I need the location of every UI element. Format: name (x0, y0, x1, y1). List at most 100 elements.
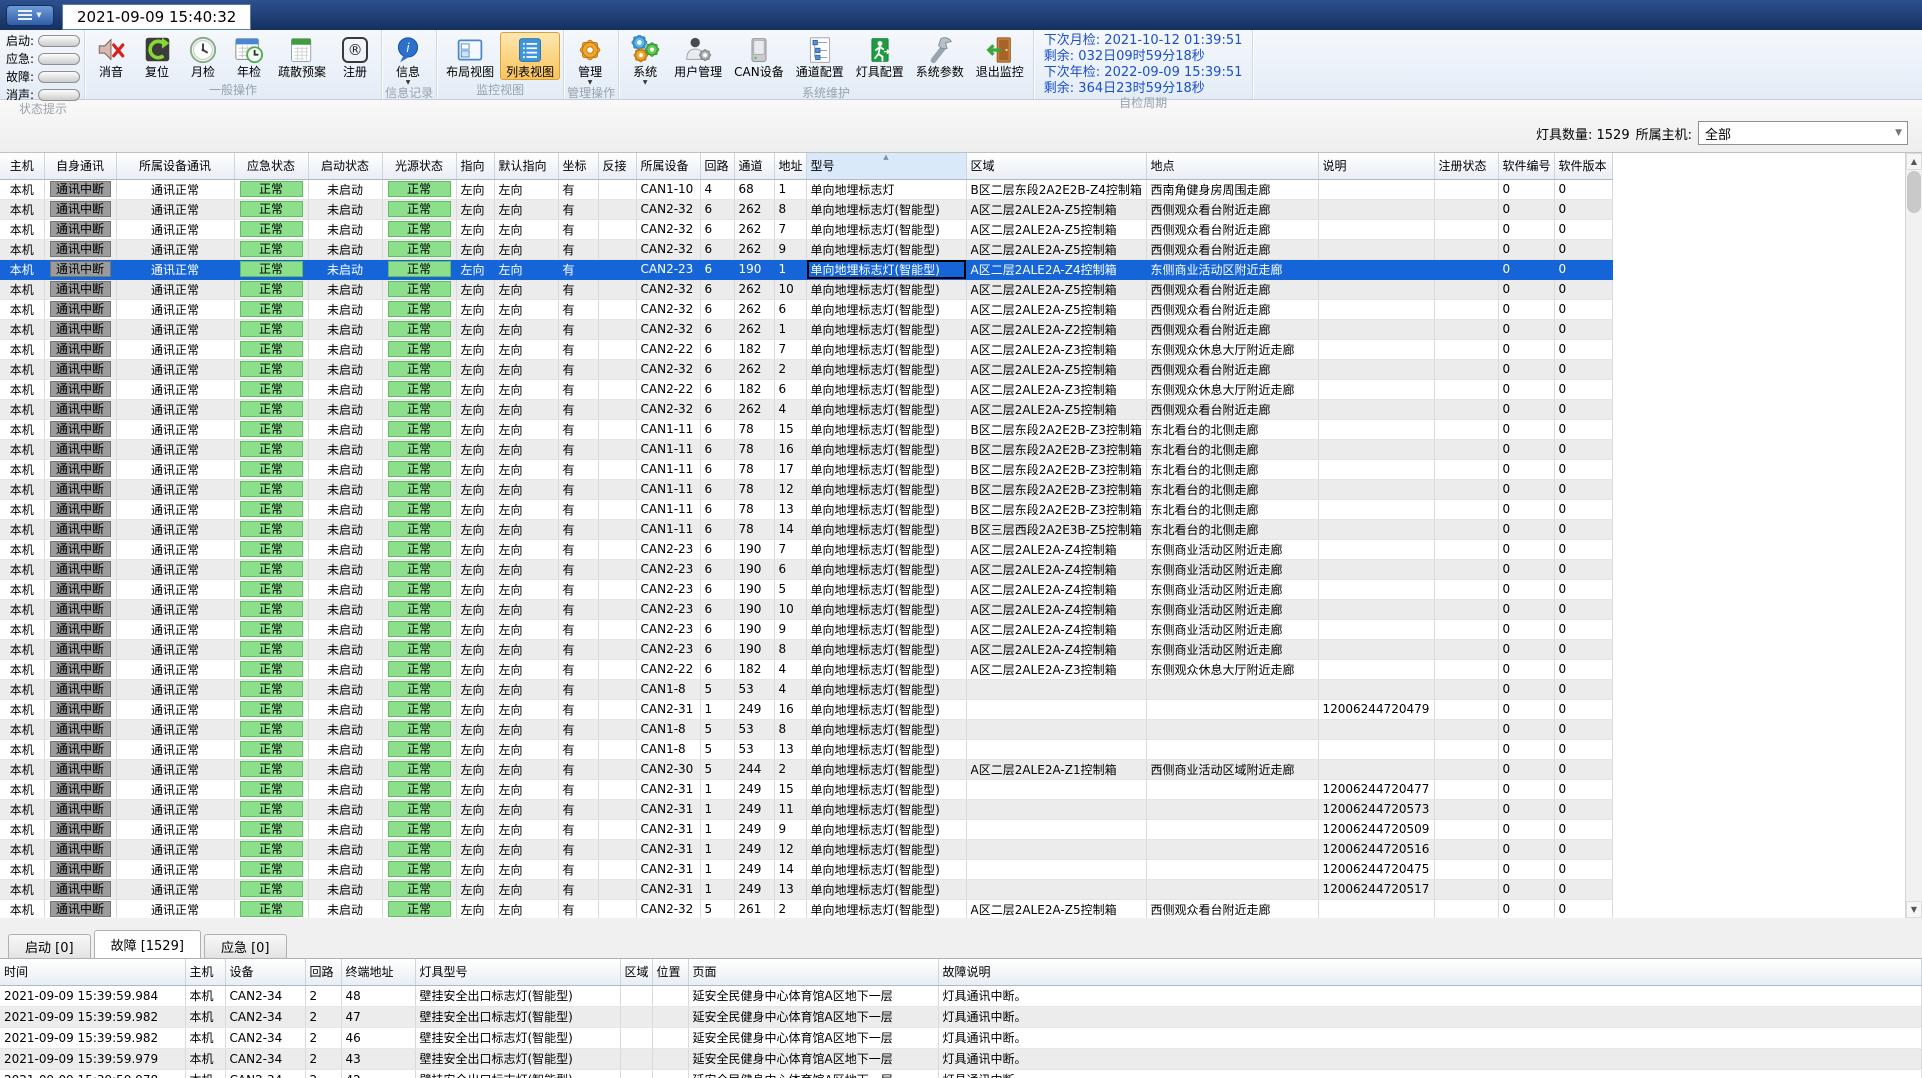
column-header[interactable]: 软件版本 (1554, 153, 1613, 180)
reset-button[interactable]: 复位 (134, 32, 180, 80)
column-header[interactable]: 指向 (456, 153, 495, 180)
column-header[interactable]: 自身通讯 (44, 153, 117, 180)
column-header[interactable]: 主机 (0, 153, 45, 180)
column-header[interactable]: 默认指向 (494, 153, 559, 180)
fixture-row[interactable]: 本机 通讯中断 通讯正常 正常 未启动 正常 左向 左向有 CAN1-11 6 78 12 单向地埋标志… (0, 479, 1613, 500)
column-header[interactable]: 注册状态 (1434, 153, 1499, 180)
manage-button[interactable]: 管理 ▼ (567, 32, 613, 87)
fixture-row[interactable]: 本机 通讯中断 通讯正常 正常 未启动 正常 左向 左向有 CAN1-10 4 68 1 单向地埋标志灯… (0, 179, 1613, 200)
info-button[interactable]: i 信息 ▼ (385, 32, 431, 87)
vertical-scrollbar[interactable]: ▲ ▼ (1905, 153, 1922, 918)
fault-row[interactable]: 2021-09-09 15:39:59.982 本机 CAN2-34 2 47 壁挂安全出… (0, 1006, 1922, 1028)
channel-config-button[interactable]: 通道配置 (790, 32, 850, 80)
fixture-row[interactable]: 本机 通讯中断 通讯正常 正常 未启动 正常 左向 左向有 CAN2-32 6 262 6 单向地埋标志… (0, 299, 1613, 320)
column-header[interactable]: 所属设备 (636, 153, 701, 180)
system-button[interactable]: 系统 ▼ (622, 32, 668, 87)
column-header[interactable]: 反接 (598, 153, 637, 180)
fixture-row[interactable]: 本机 通讯中断 通讯正常 正常 未启动 正常 左向 左向有 CAN2-31 1 249 14 单向地埋标… (0, 859, 1613, 880)
fixture-row[interactable]: 本机 通讯中断 通讯正常 正常 未启动 正常 左向 左向有 CAN2-31 1 249 9 单向地埋标志… (0, 819, 1613, 840)
fixture-row[interactable]: 本机 通讯中断 通讯正常 正常 未启动 正常 左向 左向有 CAN1-8 5 53 8 单向地埋标志灯(… (0, 719, 1613, 740)
register-button[interactable]: ® 注册 (332, 32, 378, 80)
column-header[interactable]: 地点 (1146, 153, 1319, 180)
fixture-row[interactable]: 本机 通讯中断 通讯正常 正常 未启动 正常 左向 左向有 CAN2-23 6 190 1 单向地埋标志… (0, 259, 1613, 280)
column-header[interactable]: 说明 (1318, 153, 1435, 180)
column-header[interactable]: 光源状态 (382, 153, 457, 180)
fixture-row[interactable]: 本机 通讯中断 通讯正常 正常 未启动 正常 左向 左向有 CAN2-22 6 182 7 单向地埋标志… (0, 339, 1613, 360)
evacuation-plan-button[interactable]: 疏散预案 (272, 32, 332, 80)
fixture-row[interactable]: 本机 通讯中断 通讯正常 正常 未启动 正常 左向 左向有 CAN2-32 6 262 9 单向地埋标志… (0, 239, 1613, 260)
fixture-row[interactable]: 本机 通讯中断 通讯正常 正常 未启动 正常 左向 左向有 CAN2-32 6 262 10 单向地埋标… (0, 279, 1613, 300)
column-header[interactable]: 回路 (700, 153, 735, 180)
annual-check-button[interactable]: 年检 (226, 32, 272, 80)
list-view-button[interactable]: 列表视图 (500, 32, 561, 80)
fixture-row[interactable]: 本机 通讯中断 通讯正常 正常 未启动 正常 左向 左向有 CAN2-22 6 182 6 单向地埋标志… (0, 379, 1613, 400)
fixture-row[interactable]: 本机 通讯中断 通讯正常 正常 未启动 正常 左向 左向有 CAN2-32 6 262 1 单向地埋标志… (0, 319, 1613, 340)
tab-fault-events[interactable]: 故障 [1529] (93, 930, 201, 958)
fixture-row[interactable]: 本机 通讯中断 通讯正常 正常 未启动 正常 左向 左向有 CAN1-8 5 53 4 单向地埋标志灯(… (0, 679, 1613, 700)
fixture-row[interactable]: 本机 通讯中断 通讯正常 正常 未启动 正常 左向 左向有 CAN2-31 1 249 12 单向地埋标… (0, 839, 1613, 860)
fixture-row[interactable]: 本机 通讯中断 通讯正常 正常 未启动 正常 左向 左向有 CAN2-32 6 262 4 单向地埋标志… (0, 399, 1613, 420)
fixture-row[interactable]: 本机 通讯中断 通讯正常 正常 未启动 正常 左向 左向有 CAN2-32 6 262 2 单向地埋标志… (0, 359, 1613, 380)
mute-button[interactable]: 消音 (88, 32, 134, 80)
fixture-row[interactable]: 本机 通讯中断 通讯正常 正常 未启动 正常 左向 左向有 CAN1-11 6 78 15 单向地埋标志… (0, 419, 1613, 440)
fixture-row[interactable]: 本机 通讯中断 通讯正常 正常 未启动 正常 左向 左向有 CAN2-22 6 182 4 单向地埋标志… (0, 659, 1613, 680)
status-badge: 正常 (387, 781, 451, 797)
fault-row[interactable]: 2021-09-09 15:39:59.978本机CAN2-34242壁挂安全出… (0, 1069, 1922, 1078)
tab-emergency-events[interactable]: 应急 [0] (203, 934, 287, 958)
fixture-row[interactable]: 本机 通讯中断 通讯正常 正常 未启动 正常 左向 左向有 CAN2-32 6 262 7 单向地埋标志… (0, 219, 1613, 240)
fixture-row[interactable]: 本机 通讯中断 通讯正常 正常 未启动 正常 左向 左向有 CAN1-11 6 78 13 单向地埋标志… (0, 499, 1613, 520)
fixture-row[interactable]: 本机 通讯中断 通讯正常 正常 未启动 正常 左向 左向有 CAN2-23 6 190 7 单向地埋标志… (0, 539, 1613, 560)
column-header[interactable]: ▲ 型号 (806, 153, 967, 180)
host-filter-select[interactable]: 全部 ▼ (1698, 121, 1908, 145)
column-header[interactable]: 灯具型号 (415, 959, 621, 986)
fixture-row[interactable]: 本机 通讯中断 通讯正常 正常 未启动 正常 左向 左向有 CAN1-11 6 78 17 单向地埋标志… (0, 459, 1613, 480)
fixture-row[interactable]: 本机 通讯中断 通讯正常 正常 未启动 正常 左向 左向有 CAN1-11 6 78 16 单向地埋标志… (0, 439, 1613, 460)
fixture-row[interactable]: 本机 通讯中断 通讯正常 正常 未启动 正常 左向 左向有 CAN2-31 1 249 16 单向地埋标… (0, 699, 1613, 720)
column-header[interactable]: 区域 (620, 959, 653, 986)
fixture-row[interactable]: 本机 通讯中断 通讯正常 正常 未启动 正常 左向 左向有 CAN1-11 6 78 14 单向地埋标志… (0, 519, 1613, 540)
column-header[interactable]: 应急状态 (234, 153, 309, 180)
column-header[interactable]: 通道 (734, 153, 775, 180)
fixture-row[interactable]: 本机 通讯中断 通讯正常 正常 未启动 正常 左向 左向有 CAN2-23 6 190 10 单向地埋标… (0, 599, 1613, 620)
column-header[interactable]: 所属设备通讯 (116, 153, 235, 180)
fixture-row[interactable]: 本机 通讯中断 通讯正常 正常 未启动 正常 左向 左向有 CAN2-32 6 262 8 单向地埋标志… (0, 199, 1613, 220)
fixture-row[interactable]: 本机 通讯中断 通讯正常 正常 未启动 正常 左向 左向有 CAN2-31 1 249 11 单向地埋标… (0, 799, 1613, 820)
user-management-button[interactable]: 用户管理 (668, 32, 728, 80)
column-header[interactable]: 位置 (652, 959, 689, 986)
fixture-row[interactable]: 本机 通讯中断 通讯正常 正常 未启动 正常 左向 左向有 CAN2-23 6 190 8 单向地埋标志… (0, 639, 1613, 660)
fixture-row[interactable]: 本机 通讯中断 通讯正常 正常 未启动 正常 左向 左向有 CAN2-23 6 190 9 单向地埋标志… (0, 619, 1613, 640)
layout-view-button[interactable]: 布局视图 (440, 32, 500, 80)
scrollbar-thumb[interactable] (1907, 171, 1921, 213)
tab-start-events[interactable]: 启动 [0] (8, 934, 91, 958)
column-header[interactable]: 故障说明 (938, 959, 1922, 986)
scroll-down-arrow-icon[interactable]: ▼ (1906, 901, 1922, 918)
fixture-row[interactable]: 本机 通讯中断 通讯正常 正常 未启动 正常 左向 左向有 CAN2-31 1 249 15 单向地埋标… (0, 779, 1613, 800)
column-header[interactable]: 时间 (0, 959, 186, 986)
column-header[interactable]: 主机 (185, 959, 226, 986)
column-header[interactable]: 页面 (688, 959, 939, 986)
column-header[interactable]: 设备 (225, 959, 306, 986)
system-params-button[interactable]: 系统参数 (910, 32, 970, 80)
fixture-row[interactable]: 本机 通讯中断 通讯正常 正常 未启动 正常 左向 左向有 CAN2-23 6 190 5 单向地埋标志… (0, 579, 1613, 600)
column-header[interactable]: 终端地址 (341, 959, 416, 986)
fixture-row[interactable]: 本机 通讯中断 通讯正常 正常 未启动 正常 左向 左向有 CAN1-8 5 53 13 单向地埋标志灯… (0, 739, 1613, 760)
column-header[interactable]: 坐标 (558, 153, 599, 180)
fault-row[interactable]: 2021-09-09 15:39:59.979 本机 CAN2-34 2 43 壁挂安全出… (0, 1048, 1922, 1070)
column-header[interactable]: 地址 (774, 153, 807, 180)
fixture-row[interactable]: 本机 通讯中断 通讯正常 正常 未启动 正常 左向 左向有 CAN2-32 5 261 2 单向地埋标志… (0, 899, 1613, 918)
monthly-check-button[interactable]: 月检 (180, 32, 226, 80)
exit-monitor-button[interactable]: 退出监控 (970, 32, 1030, 80)
app-menu-button[interactable]: ▼ (6, 4, 54, 26)
column-header[interactable]: 回路 (305, 959, 342, 986)
fault-row[interactable]: 2021-09-09 15:39:59.984 本机 CAN2-34 2 48 壁挂安全出… (0, 985, 1922, 1007)
fixture-row[interactable]: 本机 通讯中断 通讯正常 正常 未启动 正常 左向 左向有 CAN2-23 6 190 6 单向地埋标志… (0, 559, 1613, 580)
column-header[interactable]: 区域 (966, 153, 1147, 180)
scroll-up-arrow-icon[interactable]: ▲ (1906, 153, 1922, 170)
column-header[interactable]: 软件编号 (1498, 153, 1555, 180)
fixture-config-button[interactable]: 灯具配置 (850, 32, 910, 80)
column-header[interactable]: 启动状态 (308, 153, 383, 180)
can-device-button[interactable]: CAN设备 (728, 32, 790, 80)
fixture-row[interactable]: 本机 通讯中断 通讯正常 正常 未启动 正常 左向 左向有 CAN2-31 1 249 13 单向地埋标… (0, 879, 1613, 900)
fixture-row[interactable]: 本机 通讯中断 通讯正常 正常 未启动 正常 左向 左向有 CAN2-30 5 244 2 单向地埋标志… (0, 759, 1613, 780)
fault-row[interactable]: 2021-09-09 15:39:59.982 本机 CAN2-34 2 46 壁挂安全出… (0, 1027, 1922, 1049)
